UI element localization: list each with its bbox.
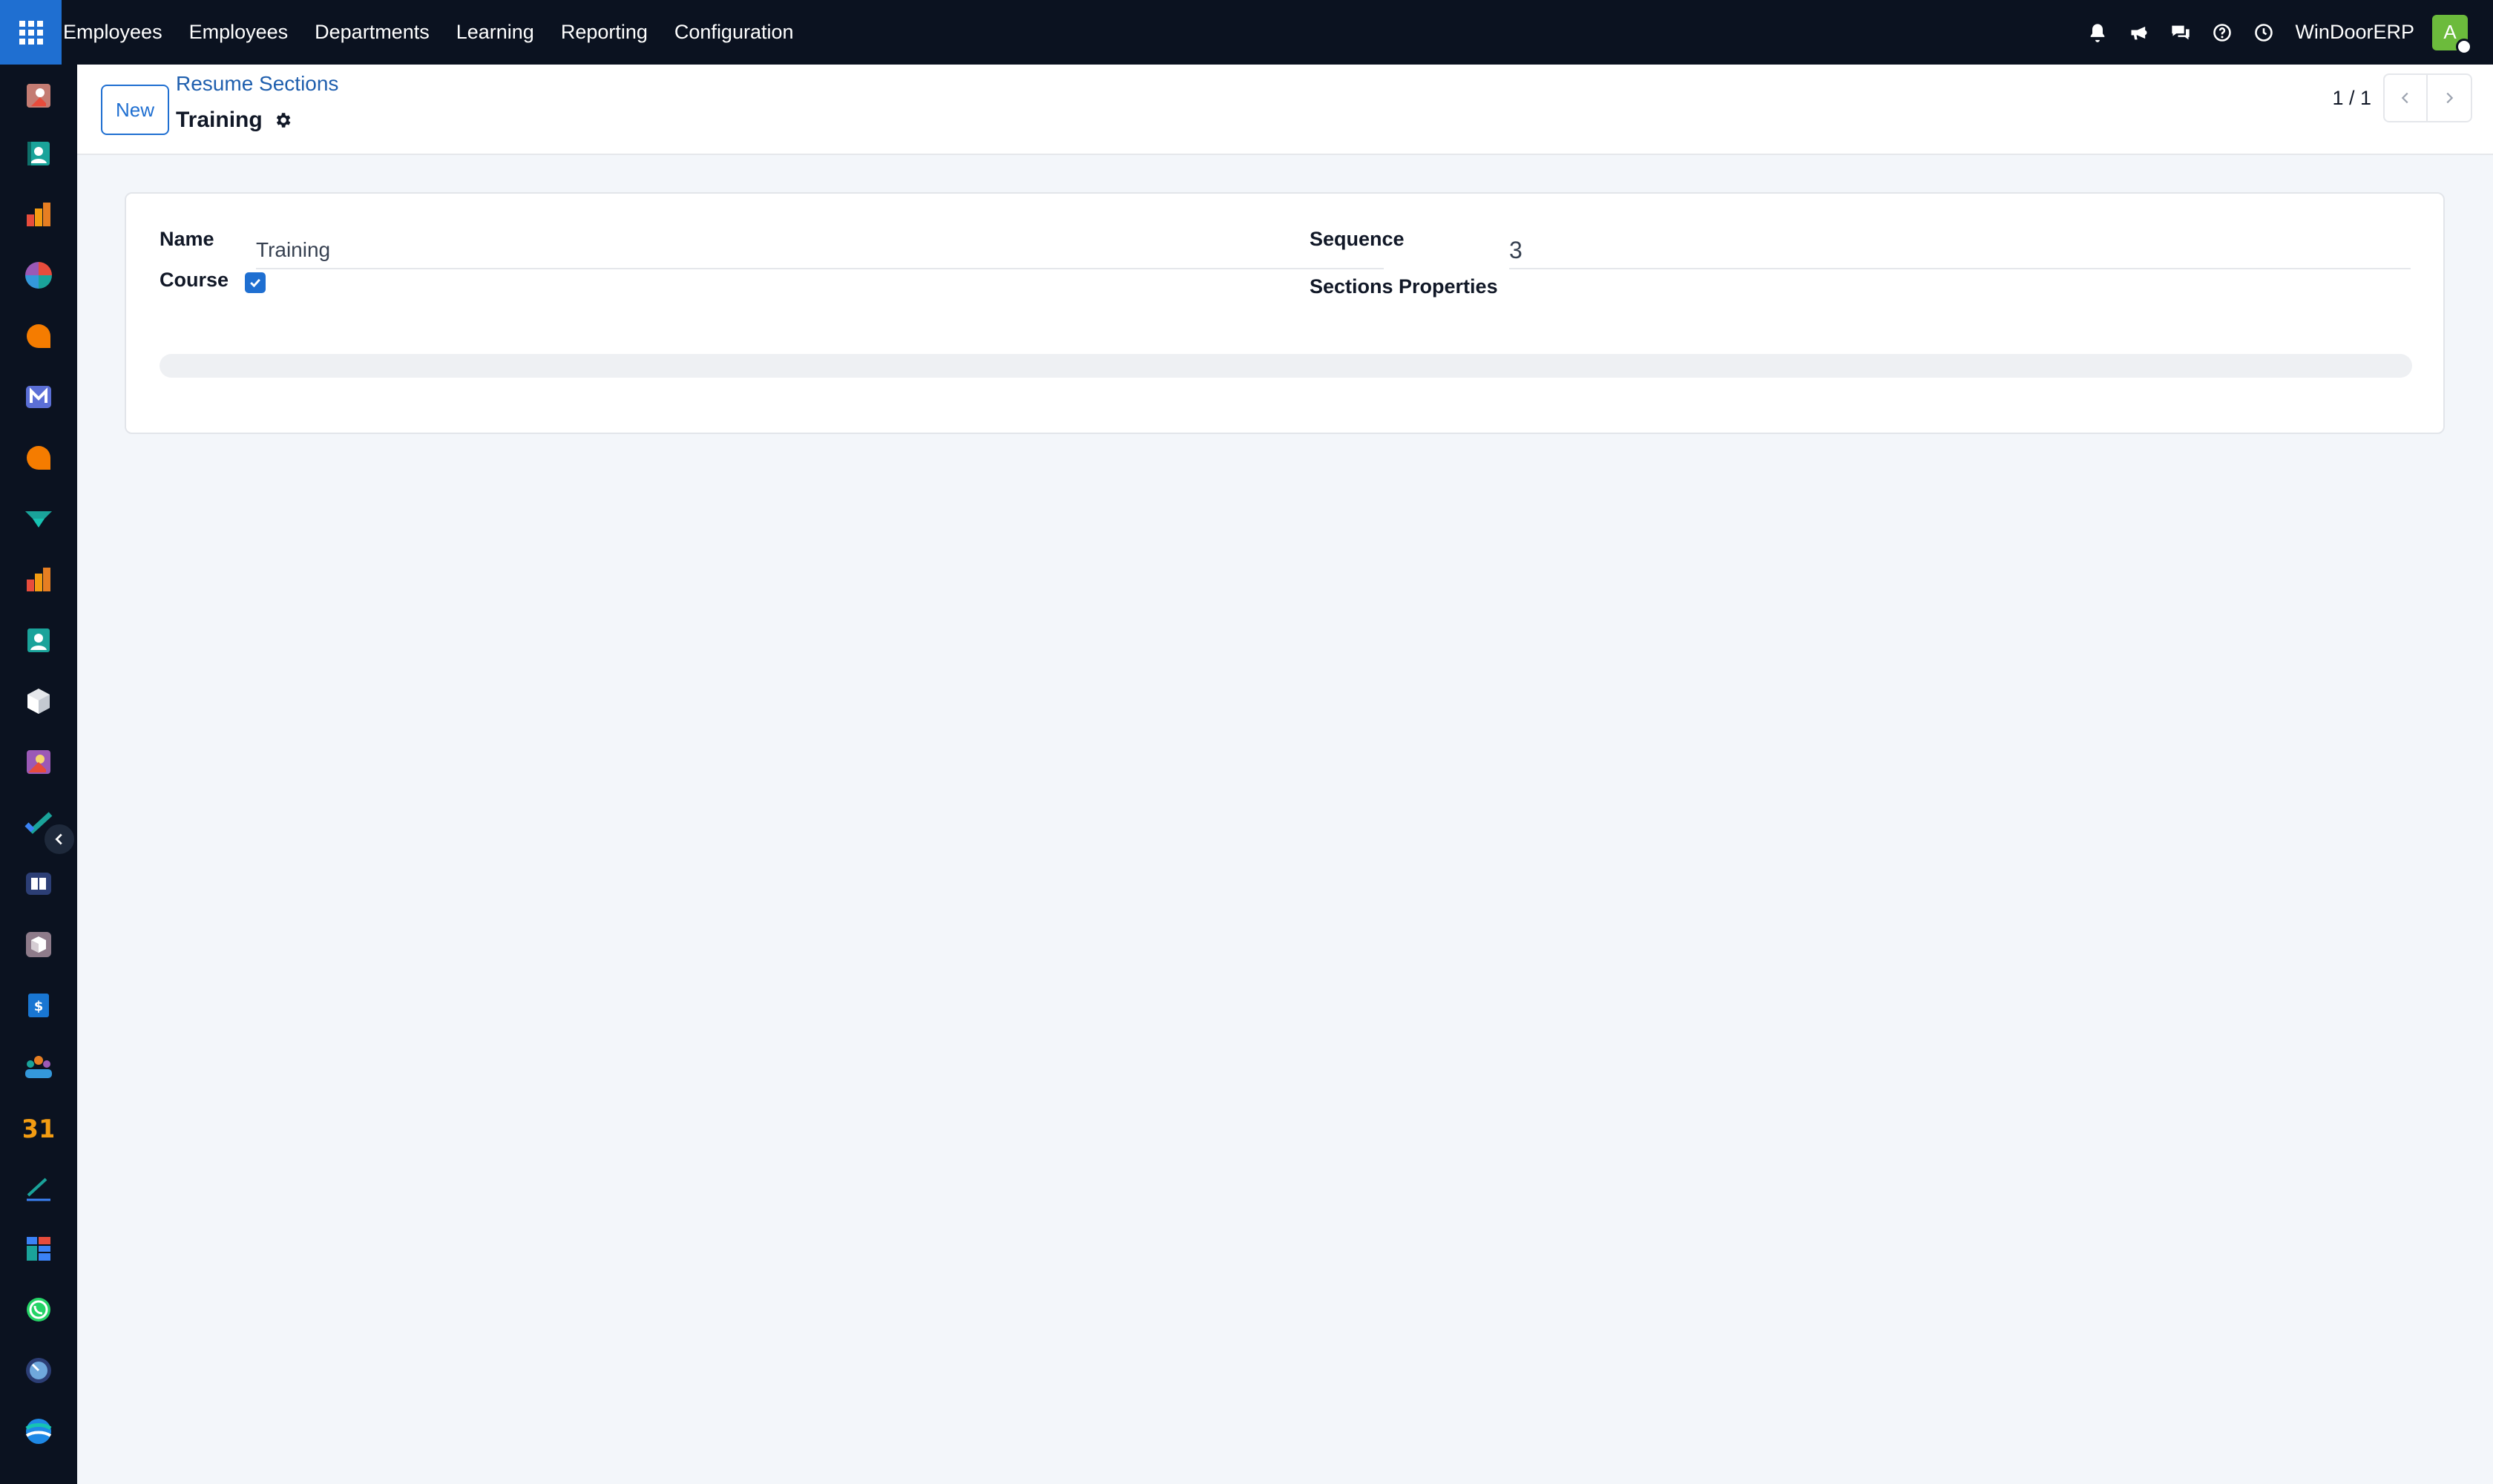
menu-item-departments[interactable]: Departments <box>301 0 443 65</box>
expenses-app-icon[interactable]: $ <box>24 991 53 1020</box>
directory-app-icon[interactable] <box>24 626 53 655</box>
email-marketing-app-icon[interactable] <box>24 382 53 412</box>
form-sheet: Name Training Course Sequence 3 Sections… <box>125 192 2445 434</box>
sequence-field[interactable]: 3 <box>1509 232 2411 269</box>
inventory-app-icon[interactable] <box>24 686 53 716</box>
knowledge-app-icon[interactable] <box>24 869 53 899</box>
website-app-icon[interactable] <box>24 1416 53 1446</box>
time-off-app-icon[interactable] <box>24 1356 53 1385</box>
employees-alt-app-icon[interactable] <box>24 747 53 777</box>
sequence-label: Sequence <box>1310 228 1405 250</box>
calendar-app-icon[interactable]: 31 <box>24 1112 53 1142</box>
check-icon <box>250 278 260 288</box>
sections-properties-label: Sections Properties <box>1310 275 1498 298</box>
breadcrumb: Training <box>176 108 292 133</box>
gear-icon[interactable] <box>273 111 292 130</box>
properties-placeholder-bar <box>160 354 2412 378</box>
pager-next-button[interactable] <box>2428 73 2472 122</box>
avatar[interactable]: A <box>2432 14 2472 55</box>
name-field[interactable]: Training <box>256 232 1384 269</box>
employees-app-icon[interactable] <box>24 81 53 111</box>
spreadsheet-app-icon[interactable] <box>24 1234 53 1264</box>
menu-item-reporting[interactable]: Reporting <box>548 0 661 65</box>
sign-app-icon[interactable] <box>24 1173 53 1203</box>
chat-icon[interactable] <box>2160 0 2201 65</box>
company-switcher[interactable]: WinDoorERP <box>2295 21 2414 44</box>
course-label: Course <box>160 269 229 291</box>
sidebar-collapse-button[interactable] <box>43 823 76 856</box>
project-app-icon[interactable] <box>24 504 53 533</box>
megaphone-icon[interactable] <box>2118 0 2160 65</box>
control-panel: New Resume Sections Training 1 / 1 <box>77 65 2493 155</box>
bell-icon[interactable] <box>2077 0 2118 65</box>
app-switcher-button[interactable] <box>0 0 62 65</box>
purchase-app-icon[interactable] <box>24 930 53 959</box>
app-sidebar: $ 31 <box>0 65 77 1484</box>
clock-icon[interactable] <box>2243 0 2285 65</box>
page-title: Training <box>176 108 263 132</box>
help-icon[interactable] <box>2201 0 2243 65</box>
chevron-left-icon <box>2401 92 2408 104</box>
top-navbar: Employees Employees Departments Learning… <box>0 0 2493 65</box>
whatsapp-app-icon[interactable] <box>24 1295 53 1324</box>
menu-item-learning[interactable]: Learning <box>443 0 548 65</box>
livechat-app-icon[interactable] <box>24 443 53 473</box>
new-button[interactable]: New <box>101 85 169 135</box>
svg-text:31: 31 <box>24 1114 53 1142</box>
contacts-app-icon[interactable] <box>24 139 53 168</box>
menu-app-name[interactable]: Employees <box>62 0 176 65</box>
breadcrumb-parent-link[interactable]: Resume Sections <box>176 72 338 96</box>
svg-text:$: $ <box>34 999 44 1014</box>
analytics-app-icon[interactable] <box>24 565 53 594</box>
grid-icon <box>19 20 43 45</box>
pager: 1 / 1 <box>2332 73 2472 122</box>
course-checkbox[interactable] <box>245 272 266 293</box>
systray: WinDoorERP A <box>2077 0 2493 65</box>
main-menu: Employees Employees Departments Learning… <box>62 0 807 65</box>
avatar-letter: A <box>2443 21 2457 43</box>
team-app-icon[interactable] <box>24 1051 53 1081</box>
chevron-left-icon <box>55 833 62 845</box>
chevron-right-icon <box>2446 92 2454 104</box>
reporting-app-icon[interactable] <box>24 200 53 229</box>
pager-previous-button[interactable] <box>2383 73 2428 122</box>
status-dot <box>2456 38 2472 55</box>
name-label: Name <box>160 228 214 250</box>
menu-item-configuration[interactable]: Configuration <box>661 0 807 65</box>
menu-item-employees[interactable]: Employees <box>176 0 302 65</box>
dashboards-app-icon[interactable] <box>24 260 53 290</box>
pager-value[interactable]: 1 / 1 <box>2332 87 2371 110</box>
discuss-app-icon[interactable] <box>24 321 53 351</box>
